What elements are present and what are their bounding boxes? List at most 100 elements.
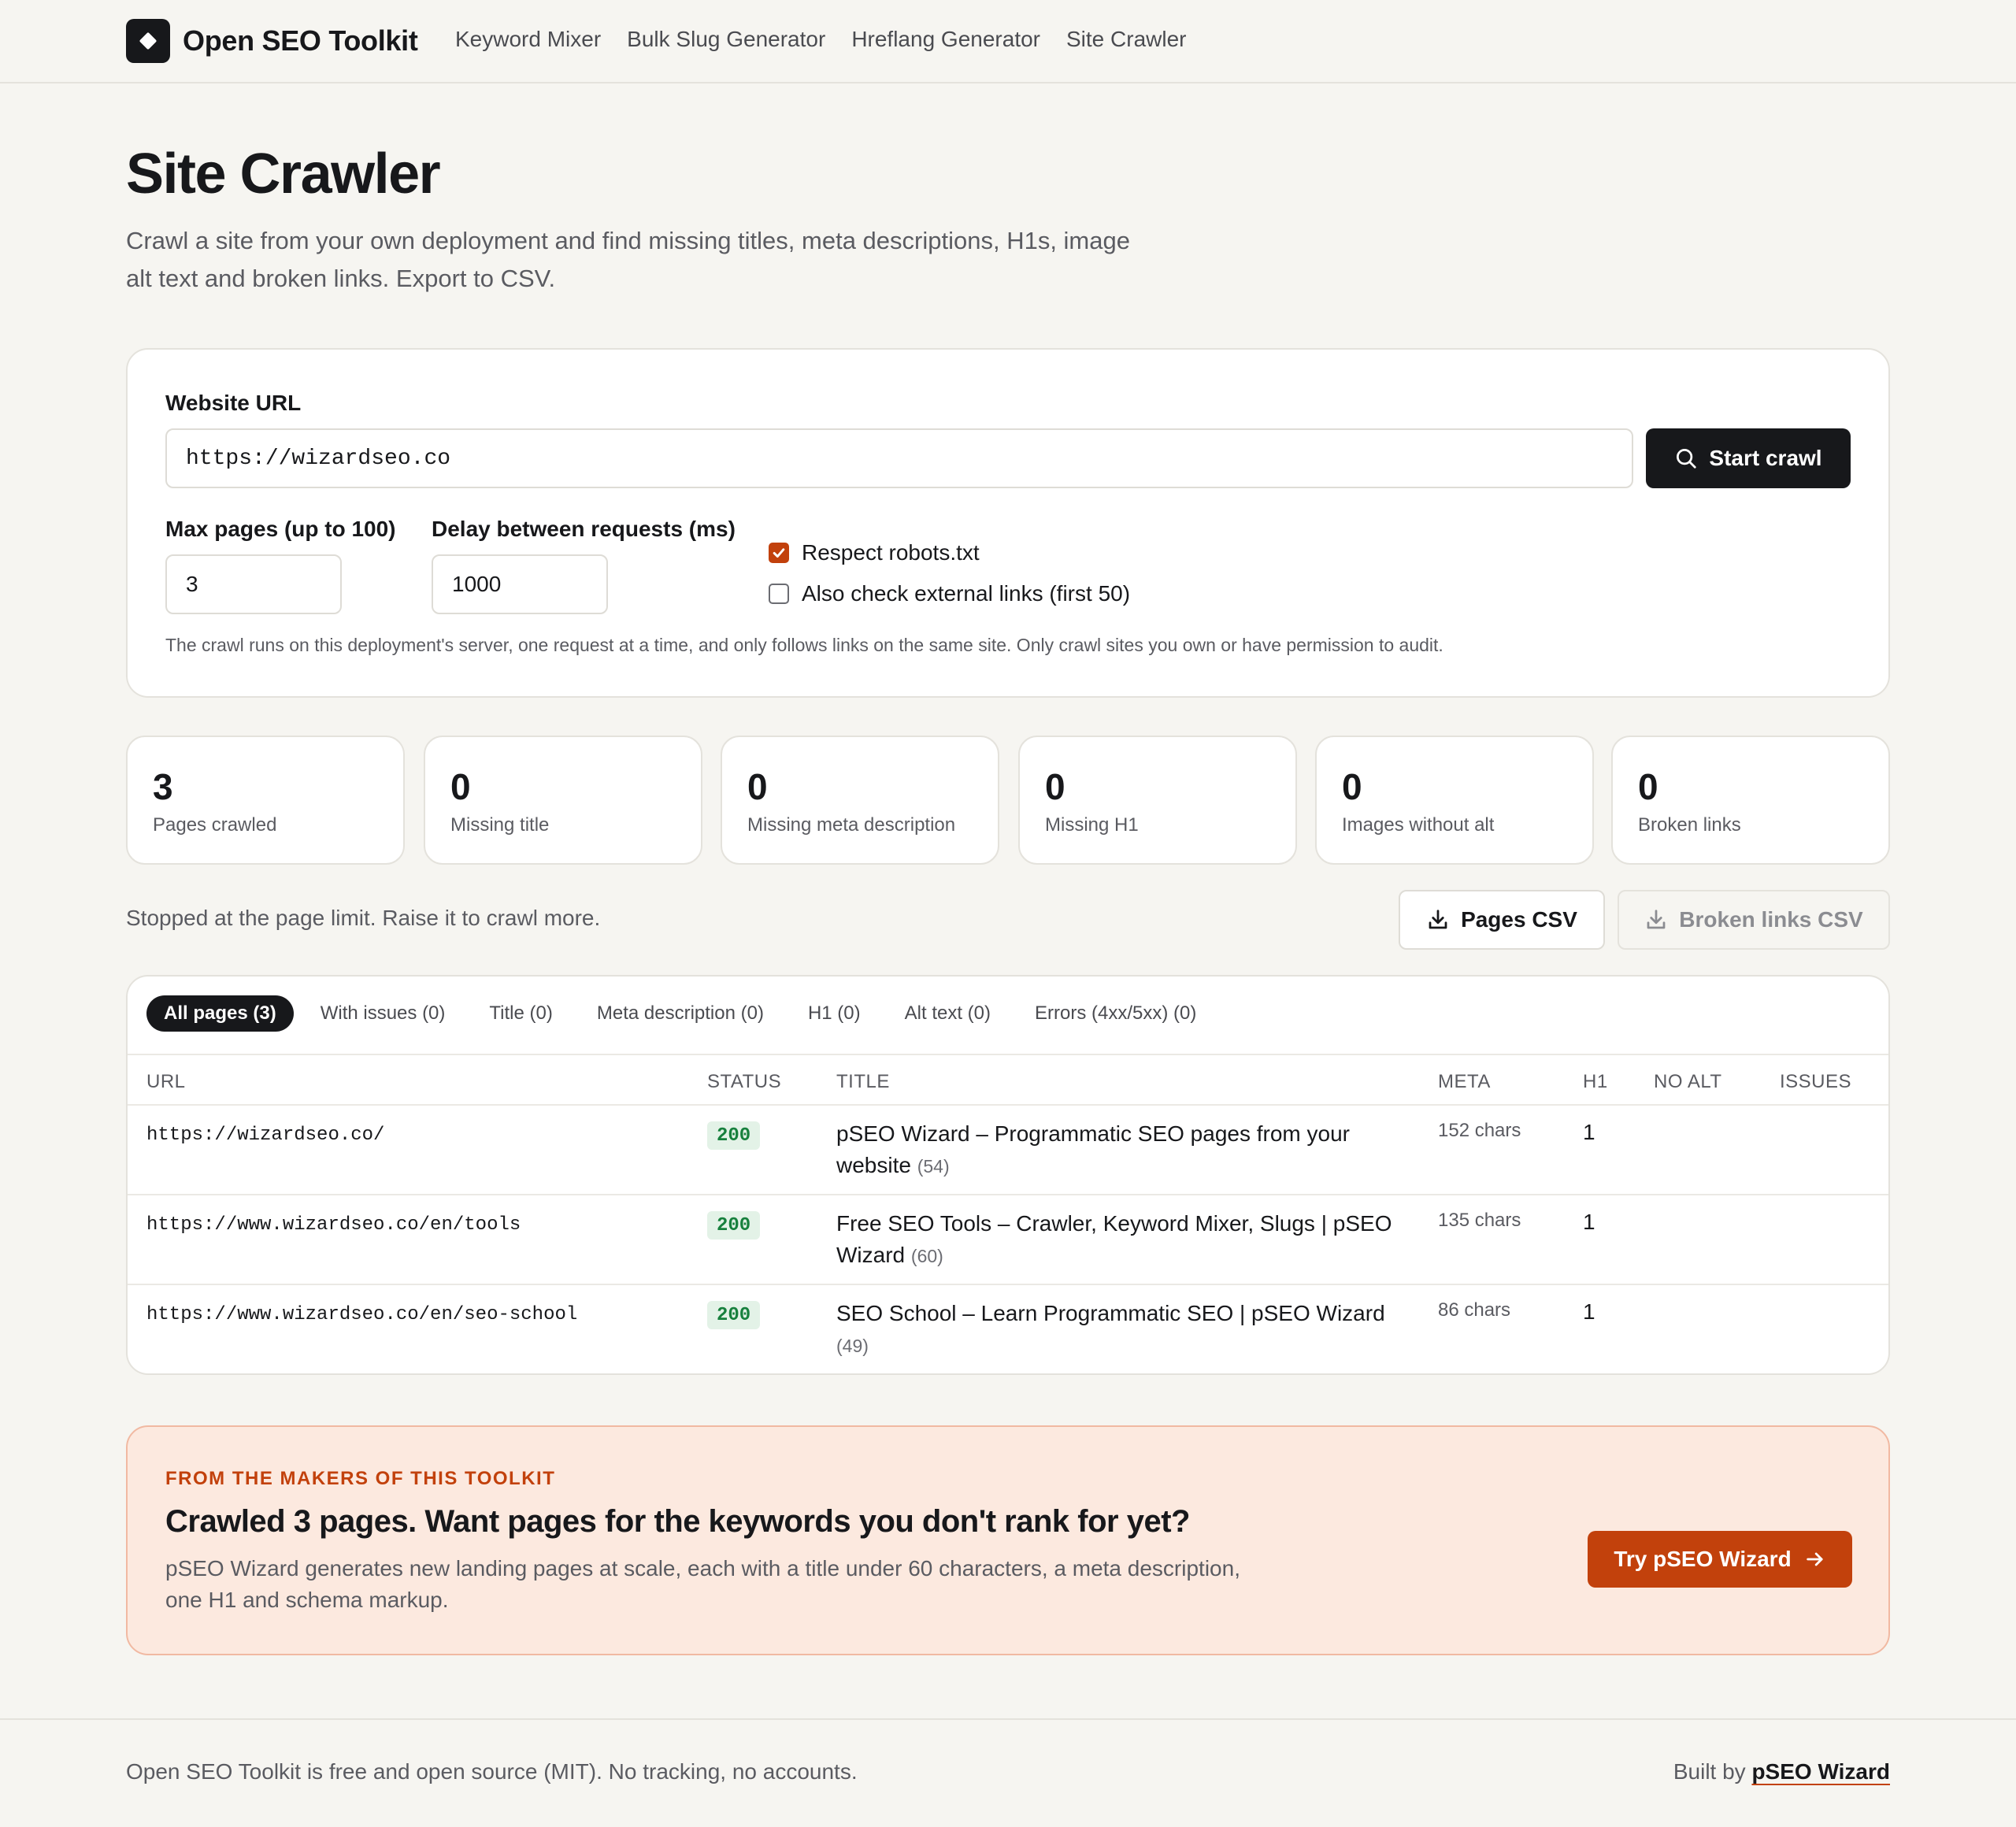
stat-value: 3 — [153, 766, 173, 807]
promo-headline: Crawled 3 pages. Want pages for the keyw… — [165, 1504, 1190, 1539]
col-status: STATUS — [707, 1071, 782, 1092]
search-icon — [1677, 449, 1697, 469]
nav-site-crawler[interactable]: Site Crawler — [1066, 27, 1186, 52]
page-title: Site Crawler — [126, 143, 441, 206]
robots-checkbox-row[interactable]: Respect robots.txt — [769, 540, 980, 565]
promo-kicker: FROM THE MAKERS OF THIS TOOLKIT — [165, 1468, 556, 1489]
col-url: URL — [146, 1071, 186, 1092]
stat-label: Missing H1 — [1045, 814, 1139, 836]
broken-links-csv-button[interactable]: Broken links CSV — [1618, 890, 1890, 950]
row-title-length: (54) — [917, 1156, 950, 1177]
row-title-text: pSEO Wizard – Programmatic SEO pages fro… — [836, 1121, 1350, 1177]
row-h1: 1 — [1583, 1210, 1595, 1234]
row-title-length: (49) — [836, 1336, 869, 1356]
col-no-alt: NO ALT — [1654, 1071, 1722, 1092]
nav-hreflang-generator[interactable]: Hreflang Generator — [851, 27, 1040, 52]
stat-value: 0 — [747, 766, 768, 807]
url-label: Website URL — [165, 391, 302, 415]
page-description: Crawl a site from your own deployment an… — [126, 227, 1130, 292]
row-title-text: SEO School – Learn Programmatic SEO | pS… — [836, 1301, 1385, 1325]
nav-bulk-slug-generator[interactable]: Bulk Slug Generator — [627, 27, 825, 52]
row-url[interactable]: https://www.wizardseo.co/en/seo-school — [146, 1304, 577, 1325]
status-badge: 200 — [707, 1301, 761, 1329]
stat-value: 0 — [1045, 766, 1065, 807]
table-row[interactable]: https://wizardseo.co/ 200 pSEO Wizard – … — [128, 1106, 1888, 1195]
start-crawl-label: Start crawl — [1709, 446, 1822, 470]
diamond-icon — [126, 19, 170, 63]
row-h1: 1 — [1583, 1299, 1595, 1324]
main-nav: Keyword Mixer Bulk Slug Generator Hrefla… — [455, 27, 1186, 52]
row-url[interactable]: https://wizardseo.co/ — [146, 1125, 384, 1146]
max-pages-input[interactable]: 3 — [165, 554, 342, 614]
col-issues: ISSUES — [1780, 1071, 1852, 1092]
stat-missing-title: 0 Missing title — [424, 736, 702, 865]
delay-label: Delay between requests (ms) — [432, 517, 736, 541]
stat-value: 0 — [450, 766, 471, 807]
row-title-length: (60) — [910, 1246, 943, 1266]
check-icon — [773, 548, 785, 558]
row-meta: 152 chars — [1438, 1120, 1521, 1141]
stat-label: Missing title — [450, 814, 550, 836]
nav-keyword-mixer[interactable]: Keyword Mixer — [455, 27, 601, 52]
row-meta: 86 chars — [1438, 1299, 1511, 1321]
tab-alt-text[interactable]: Alt text (0) — [888, 995, 1008, 1032]
stat-value: 0 — [1638, 766, 1658, 807]
built-by-text: Built by — [1673, 1759, 1746, 1784]
stat-label: Pages crawled — [153, 814, 277, 836]
download-icon — [1429, 910, 1447, 929]
download-icon — [1647, 910, 1666, 929]
start-crawl-button[interactable]: Start crawl — [1646, 428, 1851, 488]
status-badge: 200 — [707, 1211, 761, 1240]
row-meta: 135 chars — [1438, 1210, 1521, 1231]
pages-csv-button[interactable]: Pages CSV — [1399, 890, 1605, 950]
tab-all-pages[interactable]: All pages (3) — [146, 995, 294, 1032]
col-h1: H1 — [1583, 1071, 1608, 1092]
row-title: Free SEO Tools – Crawler, Keyword Mixer,… — [836, 1208, 1403, 1272]
external-links-checkbox[interactable] — [769, 584, 789, 604]
tab-meta-description[interactable]: Meta description (0) — [580, 995, 781, 1032]
col-meta: META — [1438, 1071, 1491, 1092]
crawl-status-note: Stopped at the page limit. Raise it to c… — [126, 906, 601, 930]
stat-pages-crawled: 3 Pages crawled — [126, 736, 405, 865]
stat-images-without-alt: 0 Images without alt — [1315, 736, 1594, 865]
filter-tabs: All pages (3) With issues (0) Title (0) … — [146, 995, 1223, 1032]
robots-checkbox[interactable] — [769, 543, 789, 563]
crawl-note: The crawl runs on this deployment's serv… — [165, 635, 1443, 655]
robots-label: Respect robots.txt — [802, 540, 980, 565]
stat-missing-h1: 0 Missing H1 — [1018, 736, 1297, 865]
col-title: TITLE — [836, 1071, 890, 1092]
results-table-card: All pages (3) With issues (0) Title (0) … — [126, 975, 1890, 1375]
footer-credit: Built by pSEO Wizard — [1673, 1759, 1890, 1784]
top-bar: Open SEO Toolkit Keyword Mixer Bulk Slug… — [0, 0, 2016, 83]
row-h1: 1 — [1583, 1120, 1595, 1144]
row-title: pSEO Wizard – Programmatic SEO pages fro… — [836, 1118, 1403, 1182]
url-input[interactable]: https://wizardseo.co — [165, 428, 1633, 488]
pseo-wizard-link[interactable]: pSEO Wizard — [1751, 1759, 1890, 1784]
max-pages-label: Max pages (up to 100) — [165, 517, 396, 541]
try-pseo-wizard-button[interactable]: Try pSEO Wizard — [1588, 1531, 1852, 1588]
stat-missing-meta: 0 Missing meta description — [721, 736, 999, 865]
try-pseo-wizard-label: Try pSEO Wizard — [1614, 1547, 1792, 1571]
crawl-form-card: Website URL https://wizardseo.co Start c… — [126, 348, 1890, 698]
row-title: SEO School – Learn Programmatic SEO | pS… — [836, 1298, 1403, 1362]
broken-links-csv-label: Broken links CSV — [1679, 907, 1863, 932]
tab-errors[interactable]: Errors (4xx/5xx) (0) — [1017, 995, 1214, 1032]
row-url[interactable]: https://www.wizardseo.co/en/tools — [146, 1214, 521, 1236]
stat-value: 0 — [1342, 766, 1362, 807]
brand[interactable]: Open SEO Toolkit — [126, 19, 418, 63]
tab-h1[interactable]: H1 (0) — [791, 995, 878, 1032]
footer-note: Open SEO Toolkit is free and open source… — [126, 1759, 858, 1784]
promo-body: pSEO Wizard generates new landing pages … — [165, 1556, 1240, 1612]
table-header: URL STATUS TITLE META H1 NO ALT ISSUES — [128, 1054, 1888, 1106]
table-row[interactable]: https://www.wizardseo.co/en/seo-school 2… — [128, 1285, 1888, 1373]
stat-broken-links: 0 Broken links — [1611, 736, 1890, 865]
tab-with-issues[interactable]: With issues (0) — [303, 995, 463, 1032]
external-checkbox-row[interactable]: Also check external links (first 50) — [769, 581, 1130, 606]
delay-input[interactable]: 1000 — [432, 554, 608, 614]
footer: Open SEO Toolkit is free and open source… — [0, 1718, 2016, 1827]
external-links-label: Also check external links (first 50) — [802, 581, 1131, 606]
table-row[interactable]: https://www.wizardseo.co/en/tools 200 Fr… — [128, 1195, 1888, 1285]
stat-label: Broken links — [1638, 814, 1741, 836]
pages-csv-label: Pages CSV — [1461, 907, 1577, 932]
tab-title[interactable]: Title (0) — [472, 995, 569, 1032]
